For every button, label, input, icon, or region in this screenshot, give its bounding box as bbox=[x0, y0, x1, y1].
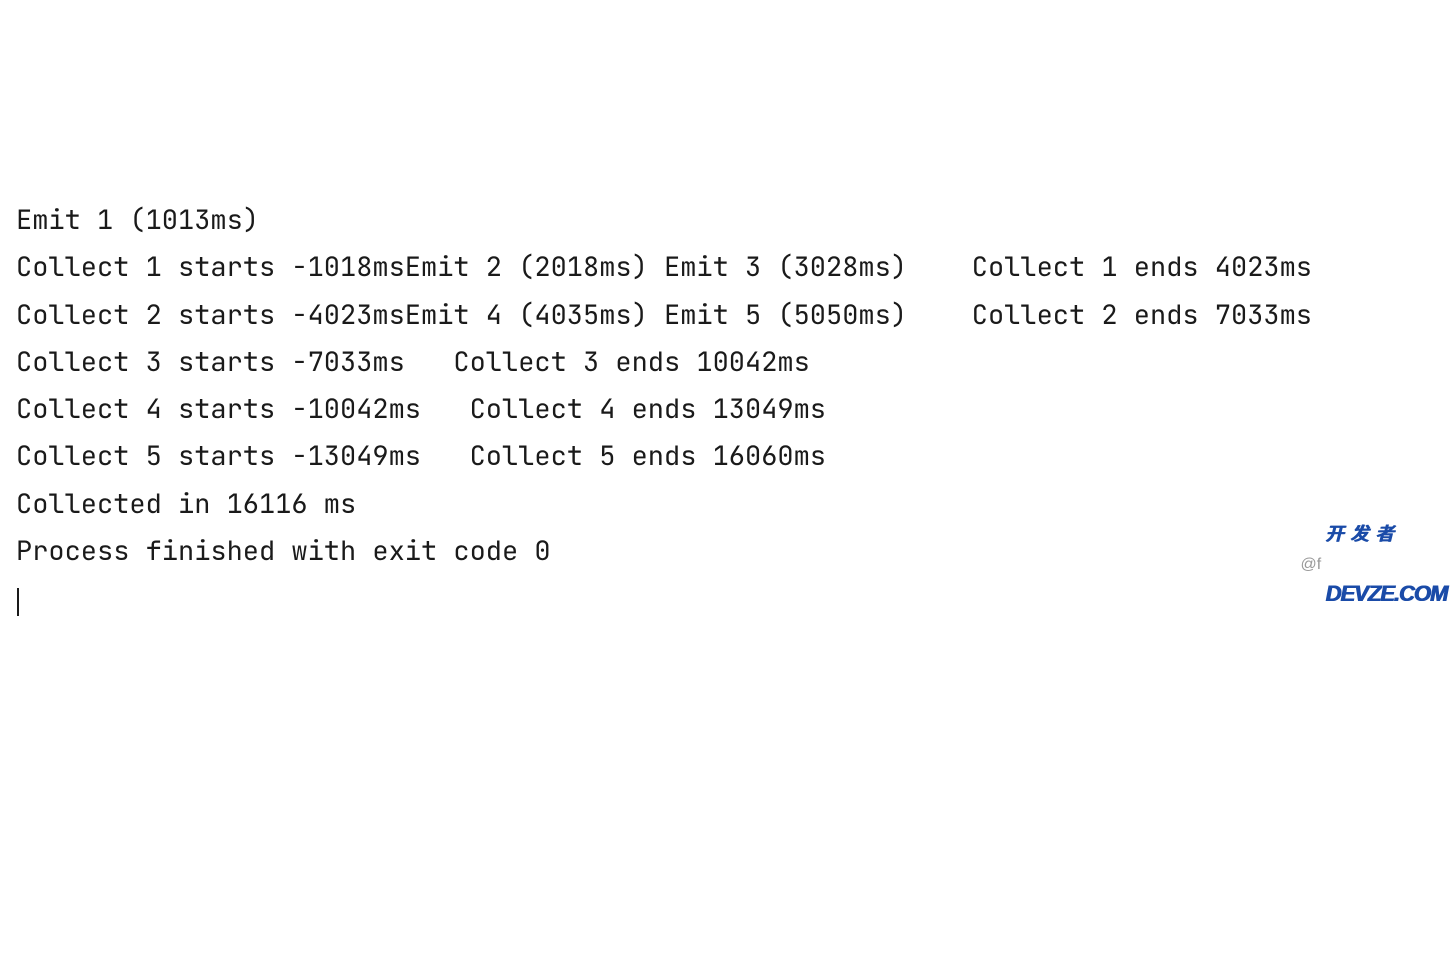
output-line: Collect 1 starts -1018msEmit 2 (2018ms) … bbox=[16, 244, 1435, 291]
output-line: Collected in 16116 ms bbox=[16, 481, 1435, 528]
output-line: Collect 4 starts -10042ms Collect 4 ends… bbox=[16, 386, 1435, 433]
output-line: Collect 3 starts -7033ms Collect 3 ends … bbox=[16, 339, 1435, 386]
watermark-top: 开 发 者 bbox=[1325, 525, 1447, 543]
watermark-logo: 开 发 者 DEVZE.COM bbox=[1325, 485, 1447, 645]
text-cursor bbox=[17, 588, 19, 616]
output-line: Emit 1 (1013ms) bbox=[16, 197, 1435, 244]
console-output: Emit 1 (1013ms)Collect 1 starts -1018msE… bbox=[16, 197, 1435, 622]
watermark: @f 开 发 者 DEVZE.COM bbox=[1301, 485, 1447, 645]
watermark-bottom: DEVZE.COM bbox=[1325, 583, 1447, 605]
output-line: Process finished with exit code 0 bbox=[16, 528, 1435, 575]
watermark-at: @f bbox=[1301, 551, 1322, 579]
output-line: Collect 2 starts -4023msEmit 4 (4035ms) … bbox=[16, 292, 1435, 339]
output-line: Collect 5 starts -13049ms Collect 5 ends… bbox=[16, 433, 1435, 480]
